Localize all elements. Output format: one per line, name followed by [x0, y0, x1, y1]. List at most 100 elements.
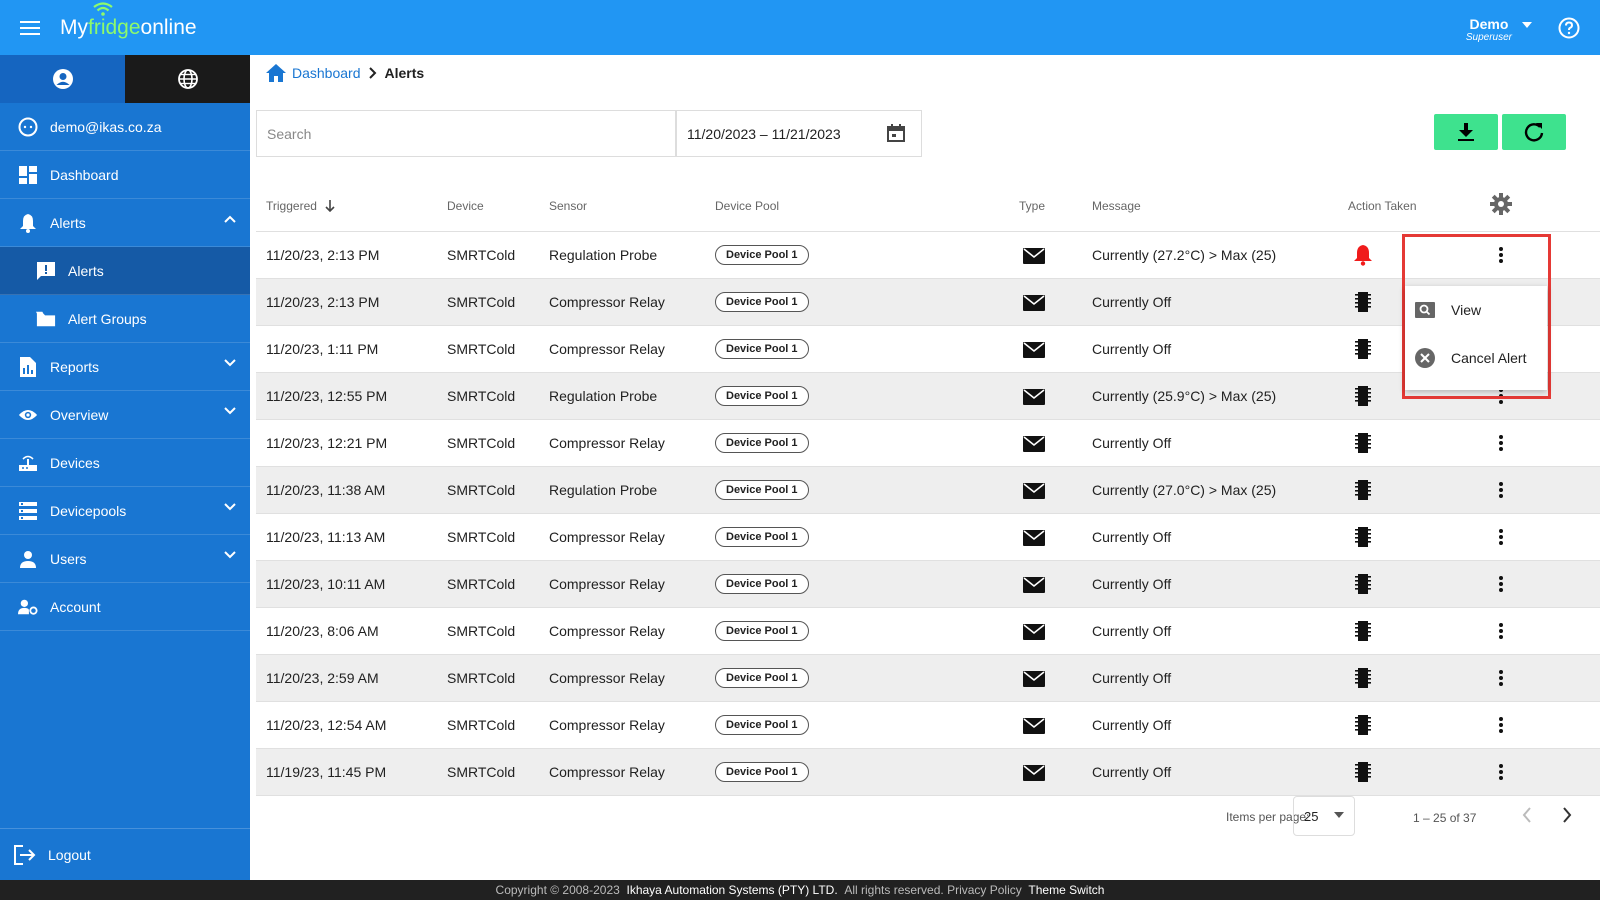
device-pool-chip[interactable]: Device Pool 1 — [715, 715, 809, 735]
logout-button[interactable]: Logout — [0, 828, 250, 880]
sidebar-item-users[interactable]: Users — [0, 535, 250, 583]
column-header-type[interactable]: Type — [1019, 199, 1045, 213]
app-logo[interactable]: My fridge online — [60, 1, 197, 40]
cell-triggered: 11/20/23, 11:38 AM — [266, 482, 386, 498]
device-pool-chip[interactable]: Device Pool 1 — [715, 668, 809, 688]
items-per-page-select[interactable]: 25 — [1293, 796, 1355, 836]
cell-device: SMRTCold — [447, 388, 516, 404]
more-options-icon[interactable] — [1491, 666, 1511, 690]
email-icon — [1023, 389, 1045, 408]
gear-icon[interactable] — [1490, 193, 1512, 218]
sidebar-item-alerts-list[interactable]: Alerts — [0, 247, 250, 295]
cell-sensor: Compressor Relay — [549, 764, 665, 780]
device-pool-chip[interactable]: Device Pool 1 — [715, 574, 809, 594]
cell-sensor: Compressor Relay — [549, 717, 665, 733]
table-row[interactable]: 11/20/23, 11:13 AM SMRTCold Compressor Rel… — [256, 514, 1600, 561]
sidebar-item-dashboard[interactable]: Dashboard — [0, 151, 250, 199]
hamburger-menu-icon[interactable] — [0, 0, 60, 55]
table-row[interactable]: 11/20/23, 8:06 AM SMRTCold Compressor Rela… — [256, 608, 1600, 655]
cell-device: SMRTCold — [447, 717, 516, 733]
chevron-right-icon — [368, 67, 377, 79]
cell-message: Currently Off — [1092, 529, 1172, 545]
cell-message: Currently Off — [1092, 341, 1172, 357]
privacy-policy-link[interactable]: Privacy Policy — [947, 883, 1022, 897]
help-icon[interactable] — [1558, 17, 1580, 44]
cell-sensor: Regulation Probe — [549, 247, 658, 263]
tab-globe[interactable] — [125, 55, 250, 103]
logo-text-online: online — [140, 15, 197, 39]
sidebar-item-devices[interactable]: Devices — [0, 439, 250, 487]
previous-page-button[interactable] — [1522, 807, 1532, 826]
device-pool-chip[interactable]: Device Pool 1 — [715, 527, 809, 547]
column-header-label: Triggered — [266, 198, 317, 213]
sidebar-item-account[interactable]: Account — [0, 583, 250, 631]
menu-item-view[interactable]: View — [1405, 286, 1547, 334]
sidebar-item-alerts[interactable]: Alerts — [0, 199, 250, 247]
more-options-icon[interactable] — [1491, 431, 1511, 455]
sidebar-email-label: demo@ikas.co.za — [50, 118, 162, 135]
sidebar-item-alert-groups[interactable]: Alert Groups — [0, 295, 250, 343]
dashboard-icon — [18, 165, 38, 185]
column-header-message[interactable]: Message — [1092, 199, 1141, 213]
column-header-device[interactable]: Device — [447, 199, 484, 213]
page-range: 1 – 25 of 37 — [1413, 811, 1477, 825]
device-pool-chip[interactable]: Device Pool 1 — [715, 433, 809, 453]
theme-switch-link[interactable]: Theme Switch — [1028, 883, 1104, 897]
chip-icon — [1355, 291, 1371, 316]
column-header-triggered[interactable]: Triggered — [266, 199, 335, 213]
table-row[interactable]: 11/20/23, 2:59 AM SMRTCold Compressor Rela… — [256, 655, 1600, 702]
date-range-picker[interactable]: 11/20/2023 – 11/21/2023 — [676, 110, 922, 157]
paginator: Items per page: 25 1 – 25 of 37 — [250, 793, 1600, 853]
column-header-device-pool[interactable]: Device Pool — [715, 199, 779, 213]
breadcrumb-home-link[interactable]: Dashboard — [266, 64, 361, 82]
table-row[interactable]: 11/20/23, 11:38 AM SMRTCold Regulation Pro… — [256, 467, 1600, 514]
cell-triggered: 11/20/23, 8:06 AM — [266, 623, 379, 639]
sidebar-item-reports[interactable]: Reports — [0, 343, 250, 391]
chip-icon — [1355, 714, 1371, 739]
more-options-icon[interactable] — [1491, 619, 1511, 643]
tab-account[interactable] — [0, 55, 125, 103]
device-pool-chip[interactable]: Device Pool 1 — [715, 386, 809, 406]
email-icon — [1023, 765, 1045, 784]
cell-message: Currently (27.2°C) > Max (25) — [1092, 247, 1277, 263]
more-options-icon[interactable] — [1491, 760, 1511, 784]
caret-down-icon — [1334, 812, 1344, 818]
download-button[interactable] — [1434, 114, 1498, 150]
next-page-button[interactable] — [1562, 807, 1572, 826]
sidebar-item-devicepools[interactable]: Devicepools — [0, 487, 250, 535]
table-row[interactable]: 11/20/23, 12:54 AM SMRTCold Compressor Rel… — [256, 702, 1600, 749]
device-pool-chip[interactable]: Device Pool 1 — [715, 339, 809, 359]
user-menu[interactable]: Demo Superuser — [1466, 16, 1532, 43]
sidebar-item-overview[interactable]: Overview — [0, 391, 250, 439]
device-pool-chip[interactable]: Device Pool 1 — [715, 245, 809, 265]
more-options-icon[interactable] — [1491, 525, 1511, 549]
table-row[interactable]: 11/20/23, 12:21 PM SMRTCold Compressor Rel… — [256, 420, 1600, 467]
search-input[interactable] — [256, 110, 676, 157]
device-pool-chip[interactable]: Device Pool 1 — [715, 762, 809, 782]
calendar-icon[interactable] — [887, 124, 905, 142]
chip-icon — [1355, 620, 1371, 645]
chip-icon — [1355, 432, 1371, 457]
device-pool-chip[interactable]: Device Pool 1 — [715, 480, 809, 500]
menu-item-cancel-alert[interactable]: Cancel Alert — [1405, 334, 1547, 382]
breadcrumb-home-label: Dashboard — [292, 65, 361, 81]
cell-device: SMRTCold — [447, 294, 516, 310]
device-pool-chip[interactable]: Device Pool 1 — [715, 292, 809, 312]
device-pool-chip[interactable]: Device Pool 1 — [715, 621, 809, 641]
table-row[interactable]: 11/20/23, 12:55 PM SMRTCold Regulation Pro… — [256, 373, 1600, 420]
table-row[interactable]: 11/20/23, 2:13 PM SMRTCold Regulation Prob… — [256, 232, 1600, 279]
more-options-icon[interactable] — [1491, 572, 1511, 596]
column-header-action-taken[interactable]: Action Taken — [1348, 199, 1417, 213]
cell-device: SMRTCold — [447, 341, 516, 357]
table-row[interactable]: 11/20/23, 2:13 PM SMRTCold Compressor Rela… — [256, 279, 1600, 326]
column-header-sensor[interactable]: Sensor — [549, 199, 587, 213]
main-content: Dashboard Alerts 11/20/2023 – 11/21/2023… — [250, 55, 1600, 880]
more-options-icon[interactable] — [1491, 478, 1511, 502]
download-icon — [1458, 123, 1474, 141]
table-row[interactable]: 11/20/23, 10:11 AM SMRTCold Compressor Rel… — [256, 561, 1600, 608]
table-row[interactable]: 11/20/23, 1:11 PM SMRTCold Compressor Rela… — [256, 326, 1600, 373]
chip-icon — [1355, 667, 1371, 692]
table-row[interactable]: 11/19/23, 11:45 PM SMRTCold Compressor Rel… — [256, 749, 1600, 796]
more-options-icon[interactable] — [1491, 713, 1511, 737]
refresh-button[interactable] — [1502, 114, 1566, 150]
